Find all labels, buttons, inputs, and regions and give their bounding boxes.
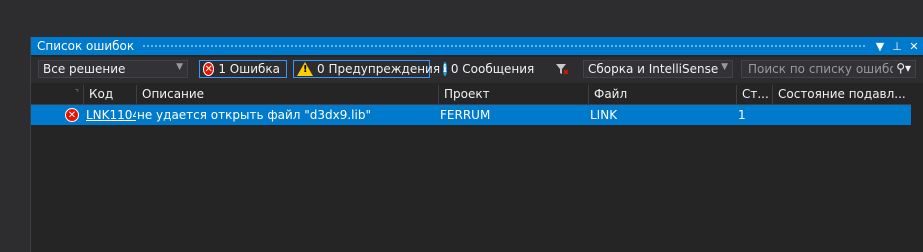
search-icon[interactable]: ⚲▾ [896, 61, 911, 75]
warnings-label: 0 Предупреждения [317, 62, 441, 76]
error-icon: ✕ [65, 108, 79, 122]
error-description: не удается открыть файл "d3dx9.lib" [137, 108, 371, 122]
error-suppression-state [770, 105, 906, 125]
close-icon[interactable]: ✕ [907, 38, 921, 54]
source-dropdown[interactable]: Сборка и IntelliSense ▼ [583, 60, 733, 78]
column-header-description[interactable]: Описание [136, 85, 438, 104]
warnings-filter-button[interactable]: ! 0 Предупреждения [293, 60, 440, 78]
panel-title-bar[interactable]: Список ошибок ▼ ⊥ ✕ [31, 37, 923, 55]
chevron-down-icon: ▼ [721, 62, 728, 72]
chevron-down-icon: ▼ [176, 62, 183, 72]
error-file: LINK [590, 108, 618, 122]
error-project: FERRUM [440, 108, 491, 122]
dropdown-icon[interactable]: ▼ [873, 38, 887, 54]
column-chooser-icon[interactable]: ⌝ [31, 85, 83, 104]
column-header-code[interactable]: Код [83, 85, 136, 104]
errors-label: 1 Ошибка [218, 62, 280, 76]
error-line: 1 [738, 108, 746, 122]
messages-label: 0 Сообщения [450, 62, 535, 76]
pin-icon[interactable]: ⊥ [890, 38, 904, 54]
info-icon: i [443, 62, 447, 76]
column-header-file[interactable]: Файл [588, 85, 736, 104]
vertical-scrollbar[interactable] [911, 85, 923, 252]
table-header: ⌝ Код Описание Проект Файл Ст... Состоян… [31, 85, 923, 105]
clear-filter-button[interactable] [551, 60, 573, 78]
search-box[interactable]: Поиск по списку ошибок ⚲▾ [741, 60, 916, 78]
error-code-link[interactable]: LNK1104 [82, 105, 136, 125]
filter-icon [556, 64, 569, 75]
scope-dropdown[interactable]: Все решение ▼ [38, 60, 188, 78]
title-grip [142, 43, 865, 49]
column-header-project[interactable]: Проект [438, 85, 588, 104]
source-value: Сборка и IntelliSense [588, 62, 719, 76]
column-header-suppression-state[interactable]: Состояние подавл... [772, 85, 908, 104]
table-row[interactable]: ✕ LNK1104 не удается открыть файл "d3dx9… [31, 105, 911, 125]
error-list-toolbar: Все решение ▼ ✕ 1 Ошибка ! 0 Предупрежде… [31, 57, 923, 83]
warning-icon: ! [297, 62, 313, 76]
errors-filter-button[interactable]: ✕ 1 Ошибка [199, 60, 287, 78]
messages-filter-button[interactable]: i 0 Сообщения [439, 60, 539, 78]
search-input[interactable]: Поиск по списку ошибок [748, 62, 893, 76]
error-list-panel: Список ошибок ▼ ⊥ ✕ Все решение ▼ ✕ 1 Ош… [30, 37, 923, 252]
error-icon: ✕ [203, 62, 215, 76]
panel-title: Список ошибок [37, 39, 135, 53]
column-header-line[interactable]: Ст... [736, 85, 772, 104]
scope-value: Все решение [43, 62, 126, 76]
